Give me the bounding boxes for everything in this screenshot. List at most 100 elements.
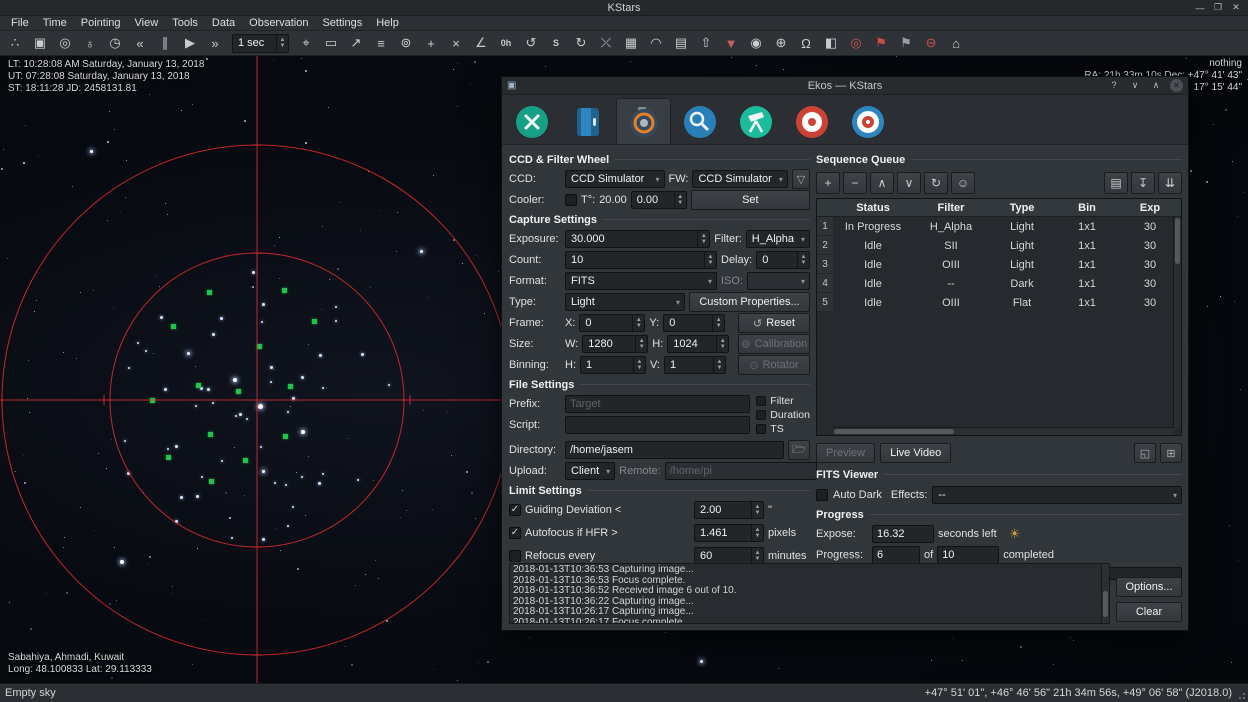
- tab-guide[interactable]: [784, 98, 839, 144]
- queue-open-button[interactable]: ▤: [1104, 172, 1128, 194]
- autofocus-hfr-spin[interactable]: 1.461▲▼: [694, 524, 764, 542]
- deep-sky-galaxy-button[interactable]: ⊚: [394, 32, 418, 54]
- tab-mount[interactable]: [728, 98, 783, 144]
- ekos-titlebar[interactable]: ▣ Ekos — KStars ? ∨ ∧ ✕: [502, 77, 1188, 95]
- geolocation-globe-button[interactable]: ♁: [78, 32, 102, 54]
- table-row[interactable]: 2 Idle SII Light 1x1 30: [817, 236, 1181, 255]
- auto-dark-checkbox[interactable]: [816, 489, 828, 501]
- prefix-input[interactable]: [565, 395, 750, 413]
- observatory-dome-button[interactable]: ⌂: [944, 32, 968, 54]
- queue-save-button[interactable]: ↧: [1131, 172, 1155, 194]
- add-marker-button[interactable]: +: [419, 32, 443, 54]
- set-time-clock-button[interactable]: ◷: [103, 32, 127, 54]
- sequence-queue-table[interactable]: Status Filter Type Bin Exp 1 In Progress…: [816, 198, 1182, 436]
- delay-spin[interactable]: 0▲▼: [756, 251, 810, 269]
- log-vertical-scrollbar[interactable]: [1101, 564, 1109, 623]
- ekos-unshade-button[interactable]: ∧: [1149, 79, 1163, 91]
- time-rewind-button[interactable]: «: [128, 32, 152, 54]
- filename-duration-checkbox[interactable]: [756, 410, 766, 420]
- location-info-box[interactable]: Sabahiya, Ahmadi, Kuwait Long: 48.100833…: [8, 652, 152, 676]
- supernova-button[interactable]: ⊖: [919, 32, 943, 54]
- info-boxes-button[interactable]: ▤: [669, 32, 693, 54]
- table-row[interactable]: 5 Idle OIII Flat 1x1 30: [817, 293, 1181, 312]
- angle-measure-button[interactable]: ∠: [469, 32, 493, 54]
- time-step-arrows[interactable]: ▲▼: [276, 35, 288, 52]
- type-combo[interactable]: Light: [565, 293, 685, 311]
- time-play-button[interactable]: ▶: [178, 32, 202, 54]
- minimize-button[interactable]: —: [1193, 2, 1207, 14]
- color-scheme-button[interactable]: ◧: [819, 32, 843, 54]
- menu-data[interactable]: Data: [205, 16, 242, 30]
- queue-save-as-button[interactable]: ⇊: [1158, 172, 1182, 194]
- time-info-box[interactable]: LT: 10:28:08 AM Saturday, January 13, 20…: [8, 59, 204, 95]
- flag-red-button[interactable]: ⚑: [869, 32, 893, 54]
- custom-properties-button[interactable]: Custom Properties...: [689, 292, 810, 312]
- horizon-dome-button[interactable]: ◠: [644, 32, 668, 54]
- window-titlebar[interactable]: KStars — ❐ ✕: [0, 0, 1248, 16]
- table-row[interactable]: 3 Idle OIII Light 1x1 30: [817, 255, 1181, 274]
- rotate-right-button[interactable]: ↻: [569, 32, 593, 54]
- tab-setup[interactable]: [504, 98, 559, 144]
- ekos-help-button[interactable]: ?: [1107, 79, 1121, 91]
- tab-align[interactable]: [840, 98, 895, 144]
- frame-x-spin[interactable]: 0▲▼: [579, 314, 645, 332]
- queue-move-down-button[interactable]: ∨: [897, 172, 921, 194]
- upload-mode-combo[interactable]: Client: [565, 462, 615, 480]
- format-combo[interactable]: FITS: [565, 272, 717, 290]
- clear-log-button[interactable]: Clear: [1116, 602, 1182, 622]
- track-object-button[interactable]: ↗: [344, 32, 368, 54]
- fits-display-toggle-button[interactable]: ◱: [1134, 443, 1156, 463]
- tab-focus[interactable]: [672, 98, 727, 144]
- close-button[interactable]: ✕: [1229, 2, 1243, 14]
- meridian-button[interactable]: S: [544, 32, 568, 54]
- rotate-left-button[interactable]: ↺: [519, 32, 543, 54]
- binning-v-spin[interactable]: 1▲▼: [664, 356, 726, 374]
- menu-view[interactable]: View: [128, 16, 166, 30]
- live-video-button[interactable]: Live Video: [880, 443, 951, 463]
- filter-funnel-button[interactable]: ▼: [719, 32, 743, 54]
- constellation-lines-button[interactable]: ×: [444, 32, 468, 54]
- menu-tools[interactable]: Tools: [165, 16, 205, 30]
- resize-grip[interactable]: [1236, 690, 1246, 700]
- pointing-target-button[interactable]: ⌖: [294, 32, 318, 54]
- flag-gray-button[interactable]: ⚑: [894, 32, 918, 54]
- size-h-spin[interactable]: 1024▲▼: [667, 335, 729, 353]
- filter-manager-button[interactable]: ▽: [792, 169, 810, 189]
- time-advance-button[interactable]: »: [203, 32, 227, 54]
- set-temperature-button[interactable]: Set: [691, 190, 810, 210]
- eyepiece-view-button[interactable]: ◉: [744, 32, 768, 54]
- hour-angle-button[interactable]: 0h: [494, 32, 518, 54]
- fw-combo[interactable]: CCD Simulator: [692, 170, 787, 188]
- maximize-button[interactable]: ❐: [1211, 2, 1225, 14]
- count-spin[interactable]: 10▲▼: [565, 251, 717, 269]
- menu-settings[interactable]: Settings: [315, 16, 369, 30]
- queue-add-button[interactable]: +: [816, 172, 840, 194]
- queue-remove-button[interactable]: −: [843, 172, 867, 194]
- fov-editor-button[interactable]: ▣: [28, 32, 52, 54]
- filename-filter-checkbox[interactable]: [756, 396, 766, 406]
- directory-input[interactable]: [565, 441, 784, 459]
- upload-image-button[interactable]: ⇧: [694, 32, 718, 54]
- menu-time[interactable]: Time: [36, 16, 74, 30]
- autofocus-hfr-checkbox[interactable]: [509, 527, 521, 539]
- time-stop-button[interactable]: ∥: [153, 32, 177, 54]
- guiding-deviation-checkbox[interactable]: [509, 504, 521, 516]
- target-crosshair-button[interactable]: ◎: [844, 32, 868, 54]
- cooler-checkbox[interactable]: [565, 194, 577, 206]
- ccd-combo[interactable]: CCD Simulator: [565, 170, 665, 188]
- browse-directory-button[interactable]: 🗁︎: [788, 440, 810, 460]
- filename-ts-checkbox[interactable]: [756, 424, 766, 434]
- tab-capture[interactable]: [616, 98, 671, 144]
- separate-window-toggle-button[interactable]: ⊞: [1160, 443, 1182, 463]
- table-row[interactable]: 1 In Progress H_Alpha Light 1x1 30: [817, 217, 1181, 236]
- ekos-close-button[interactable]: ✕: [1170, 79, 1183, 92]
- target-temperature-spin[interactable]: 0.00▲▼: [631, 191, 687, 209]
- menu-help[interactable]: Help: [369, 16, 406, 30]
- whats-interesting-button[interactable]: ⊕: [769, 32, 793, 54]
- log-splitter-handle[interactable]: ••••••: [502, 554, 1188, 561]
- queue-move-up-button[interactable]: ∧: [870, 172, 894, 194]
- constellation-bounds-button[interactable]: ⤫: [594, 32, 618, 54]
- binning-h-spin[interactable]: 1▲▼: [580, 356, 646, 374]
- options-button[interactable]: Options...: [1116, 577, 1182, 597]
- menu-file[interactable]: File: [4, 16, 36, 30]
